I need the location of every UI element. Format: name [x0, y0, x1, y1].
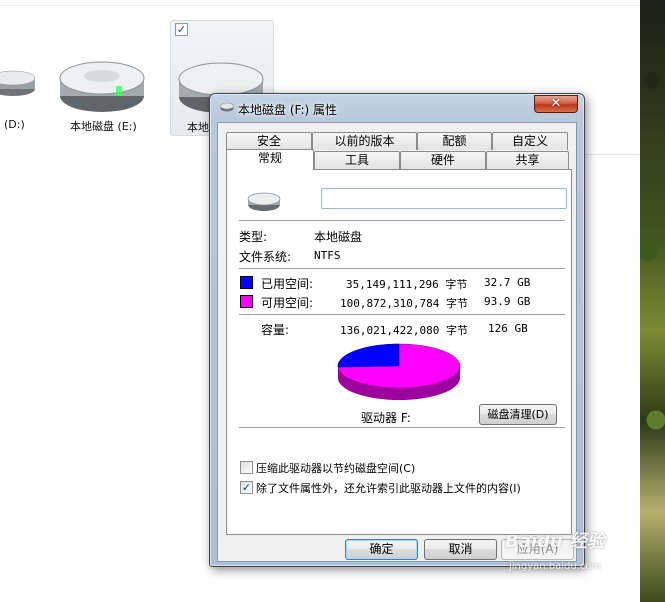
free-size: 93.9 GB	[484, 295, 531, 308]
watermark: Baidu 经验 jingyan.baidu.com	[505, 527, 630, 587]
used-bytes: 35,149,111,296 字节	[346, 278, 468, 291]
free-label: 可用空间:	[261, 296, 314, 310]
tab-hardware[interactable]: 硬件	[400, 151, 486, 169]
capacity-label: 容量:	[261, 323, 290, 337]
tab-customize[interactable]: 自定义	[492, 132, 568, 150]
desktop-wallpaper	[640, 0, 665, 602]
separator	[239, 427, 565, 429]
hard-drive-icon	[0, 70, 36, 96]
tab-security[interactable]: 安全	[226, 132, 312, 150]
filesystem-label: 文件系统:	[239, 250, 292, 264]
dialog-client: 安全 以前的版本 配额 自定义 常规 工具 硬件 共享 类型: 本地磁盘 文件系…	[217, 122, 577, 562]
tab-previous-versions[interactable]: 以前的版本	[312, 132, 417, 150]
used-label: 已用空间:	[261, 277, 314, 291]
tab-tools[interactable]: 工具	[314, 151, 400, 169]
separator	[239, 314, 565, 316]
volume-name-input[interactable]	[321, 188, 567, 209]
filesystem-value: NTFS	[314, 249, 341, 262]
capacity-bytes: 136,021,422,080 字节	[340, 324, 468, 337]
drive-icon	[220, 102, 234, 112]
type-value: 本地磁盘	[314, 230, 363, 244]
compress-checkbox[interactable]	[240, 461, 253, 474]
cancel-button[interactable]: 取消	[424, 539, 497, 560]
index-checkbox[interactable]: ✓	[240, 481, 253, 494]
close-icon: ✕	[550, 96, 562, 111]
separator	[239, 268, 565, 270]
hard-drive-icon	[247, 192, 281, 211]
drive-tile-e[interactable]: 本地磁盘 (E:)	[50, 20, 150, 136]
free-color-swatch	[240, 295, 253, 308]
tab-sharing[interactable]: 共享	[486, 151, 569, 169]
index-checkbox-label[interactable]: 除了文件属性外，还允许索引此驱动器上文件的内容(I)	[256, 480, 521, 496]
ok-button[interactable]: 确定	[345, 539, 418, 560]
toolbar-divider	[0, 5, 640, 6]
used-color-swatch	[240, 276, 253, 289]
title-bar[interactable]: 本地磁盘 (F:) 属性 ✕	[210, 94, 584, 122]
disk-usage-pie	[337, 343, 461, 400]
type-label: 类型:	[239, 230, 268, 244]
divider	[584, 154, 640, 155]
drive-label: 本地磁盘 (E:)	[70, 120, 137, 133]
drive-label: 本地	[187, 121, 209, 134]
close-button[interactable]: ✕	[534, 95, 578, 113]
drive-tile-d[interactable]: (D:)	[0, 20, 40, 136]
general-panel: 类型: 本地磁盘 文件系统: NTFS 已用空间: 35,149,111,296…	[226, 169, 572, 535]
free-bytes: 100,872,310,784 字节	[340, 297, 468, 310]
separator	[239, 220, 565, 222]
tab-general[interactable]: 常规	[226, 149, 314, 170]
used-size: 32.7 GB	[484, 276, 531, 289]
properties-dialog: 本地磁盘 (F:) 属性 ✕ 安全 以前的版本 配额 自定义 常规 工具 硬件 …	[209, 93, 585, 567]
watermark-url: jingyan.baidu.com	[509, 561, 602, 572]
compress-checkbox-label[interactable]: 压缩此驱动器以节约磁盘空间(C)	[256, 460, 415, 476]
disk-cleanup-button[interactable]: 磁盘清理(D)	[479, 404, 557, 425]
dialog-title: 本地磁盘 (F:) 属性	[238, 103, 338, 117]
drive-label: (D:)	[4, 118, 25, 131]
drive-letter-label: 驱动器 F:	[361, 411, 411, 425]
selection-checkbox[interactable]: ✓	[175, 23, 188, 36]
capacity-size: 126 GB	[488, 322, 528, 335]
hard-drive-icon	[59, 61, 145, 112]
pie-used-slice	[337, 343, 400, 368]
tab-quota[interactable]: 配额	[417, 132, 492, 150]
